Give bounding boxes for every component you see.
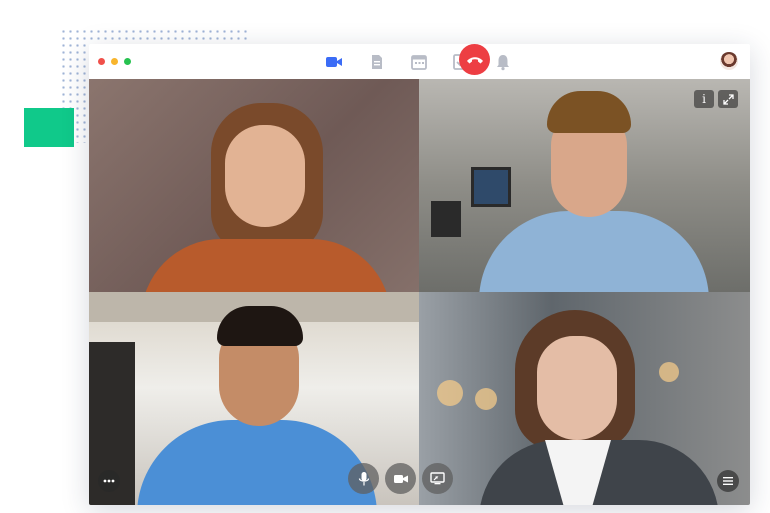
background-bokeh bbox=[437, 380, 463, 406]
end-call-button[interactable] bbox=[459, 44, 490, 75]
background-bokeh bbox=[475, 388, 497, 410]
mute-microphone-button[interactable] bbox=[348, 463, 379, 494]
expand-button[interactable] bbox=[718, 90, 738, 108]
user-avatar[interactable] bbox=[720, 52, 738, 70]
decorative-green-square bbox=[24, 108, 74, 147]
microphone-icon bbox=[358, 471, 369, 485]
more-icon bbox=[103, 479, 115, 483]
participant-body bbox=[137, 420, 377, 505]
background-monitor bbox=[471, 167, 511, 207]
close-window-dot[interactable] bbox=[98, 58, 105, 65]
participant-tile-top-left[interactable] bbox=[89, 79, 419, 292]
participant-tile-top-right[interactable] bbox=[419, 79, 750, 292]
menu-icon bbox=[723, 477, 733, 485]
participant-hair bbox=[547, 91, 631, 133]
video-call-window: i bbox=[89, 44, 750, 505]
menu-button[interactable] bbox=[717, 470, 739, 492]
info-icon: i bbox=[702, 92, 706, 106]
calendar-icon[interactable] bbox=[410, 53, 428, 71]
screen-share-icon bbox=[430, 472, 445, 485]
participant-tile-bottom-right[interactable] bbox=[419, 292, 750, 505]
toggle-camera-button[interactable] bbox=[385, 463, 416, 494]
window-titlebar bbox=[89, 44, 750, 79]
participant-body bbox=[141, 239, 391, 292]
expand-icon bbox=[722, 93, 734, 105]
end-call-icon bbox=[466, 56, 483, 63]
minimize-window-dot[interactable] bbox=[111, 58, 118, 65]
background-bokeh bbox=[659, 362, 679, 382]
video-camera-icon[interactable] bbox=[325, 53, 343, 71]
document-icon[interactable] bbox=[368, 53, 386, 71]
participant-body bbox=[479, 211, 709, 292]
share-screen-button[interactable] bbox=[422, 463, 453, 494]
more-options-button[interactable] bbox=[98, 470, 120, 492]
bell-icon[interactable] bbox=[494, 53, 512, 71]
info-button[interactable]: i bbox=[694, 90, 714, 108]
participant-hair bbox=[217, 306, 303, 346]
background-monitor bbox=[431, 201, 461, 237]
maximize-window-dot[interactable] bbox=[124, 58, 131, 65]
participant-face bbox=[537, 336, 617, 440]
camera-icon bbox=[393, 474, 408, 483]
participant-face bbox=[225, 125, 305, 227]
